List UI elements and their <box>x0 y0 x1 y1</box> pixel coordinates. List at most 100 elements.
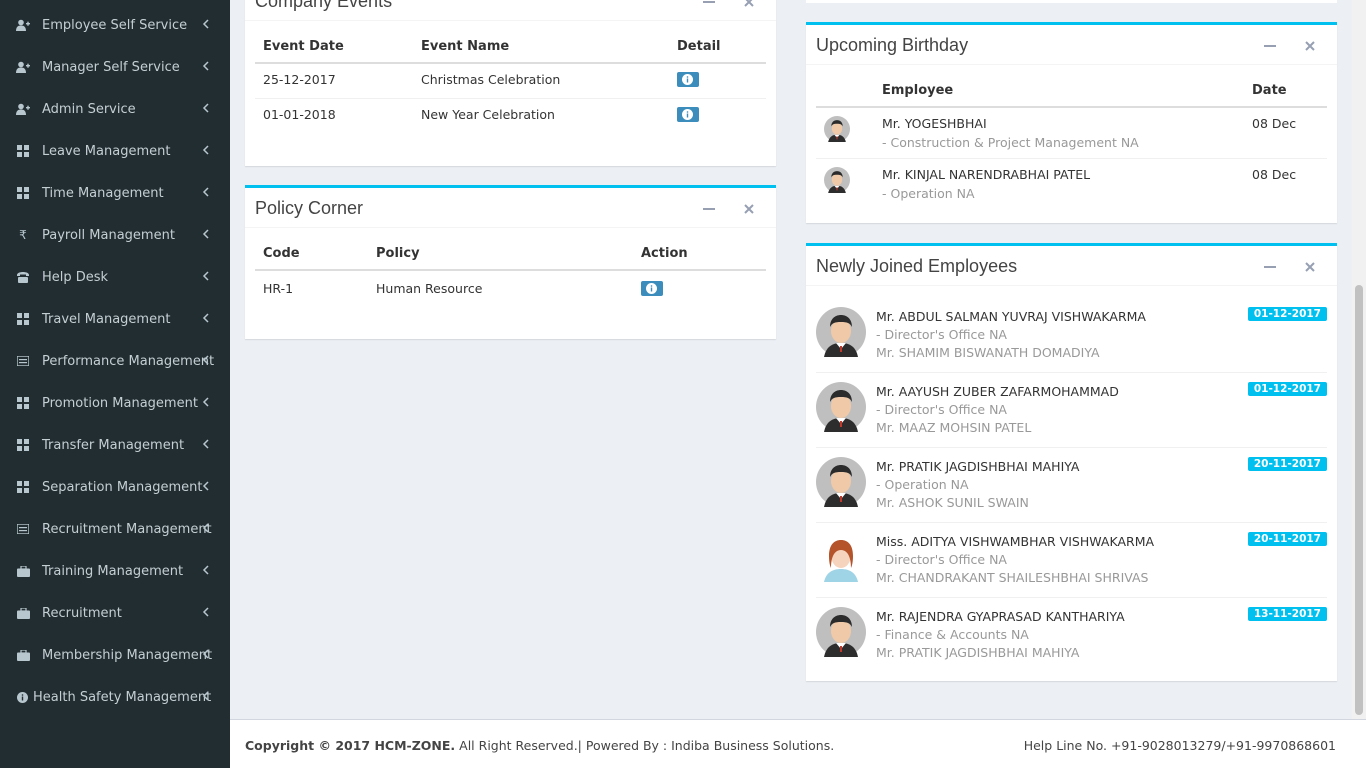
male-avatar-icon <box>816 382 866 432</box>
box-tools <box>1261 37 1319 55</box>
vertical-scrollbar[interactable] <box>1352 0 1366 719</box>
sidebar-item-health-safety-management[interactable]: Health Safety Management <box>0 676 230 718</box>
sidebar-item-admin-service[interactable]: Admin Service <box>0 88 230 130</box>
sidebar-item-label: Promotion Management <box>42 395 198 411</box>
sidebar-item-label: Recruitment <box>42 605 122 621</box>
male-avatar-icon <box>816 457 866 507</box>
policy-code: HR-1 <box>255 269 368 307</box>
sidebar-item-employee-self-service[interactable]: Employee Self Service <box>0 4 230 46</box>
sidebar-item-label: Travel Management <box>42 311 171 327</box>
sidebar-item-payroll-management[interactable]: ₹ Payroll Management <box>0 214 230 256</box>
chevron-left-icon <box>202 565 209 575</box>
sidebar-item-leave-management[interactable]: Leave Management <box>0 130 230 172</box>
minus-icon[interactable] <box>1261 258 1279 276</box>
sidebar-item-label: Transfer Management <box>42 437 185 453</box>
sidebar-item-help-desk[interactable]: Help Desk <box>0 256 230 298</box>
company-events-box: Company Events Event Date Event Name Det… <box>245 0 776 166</box>
employee-manager: Mr. SHAMIM BISWANATH DOMADIYA <box>876 345 1100 360</box>
sidebar-item-label: Membership Management <box>42 647 213 663</box>
chevron-left-icon <box>202 103 209 113</box>
copyright: Copyright © 2017 HCM-ZONE. All Right Res… <box>245 738 834 753</box>
sidebar-item-separation-management[interactable]: Separation Management <box>0 466 230 508</box>
briefcase-icon <box>0 565 42 577</box>
join-date-badge: 20-11-2017 <box>1247 457 1327 471</box>
employee-name: Miss. ADITYA VISHWAMBHAR VISHWAKARMA <box>876 534 1155 549</box>
employee-dept: - Operation NA <box>876 477 969 492</box>
join-date-badge: 13-11-2017 <box>1247 607 1327 621</box>
sidebar-item-membership-management[interactable]: Membership Management <box>0 634 230 676</box>
sidebar-item-recruitment-management[interactable]: Recruitment Management <box>0 508 230 550</box>
info-icon <box>682 109 693 120</box>
list-item: Mr. RAJENDRA GYAPRASAD KANTHARIYA - Fina… <box>816 598 1327 673</box>
box-header: Policy Corner <box>245 188 776 228</box>
chevron-left-icon <box>202 145 209 155</box>
column-header: Detail <box>669 31 766 64</box>
info-icon <box>646 283 657 294</box>
chevron-left-icon <box>202 19 209 29</box>
employee-dept: - Director's Office NA <box>876 552 1007 567</box>
sidebar-item-transfer-management[interactable]: Transfer Management <box>0 424 230 466</box>
male-avatar-icon <box>824 116 850 142</box>
column-header: Action <box>633 238 766 271</box>
chevron-left-icon <box>202 523 209 533</box>
sidebar-item-label: Performance Management <box>42 353 215 369</box>
grid-icon <box>0 397 42 409</box>
employee-name: Mr. YOGESHBHAI <box>882 116 987 131</box>
employee-name: Mr. AAYUSH ZUBER ZAFARMOHAMMAD <box>876 384 1119 399</box>
phone-icon <box>0 271 42 283</box>
sidebar-item-performance-management[interactable]: Performance Management <box>0 340 230 382</box>
sidebar-item-recruitment[interactable]: Recruitment <box>0 592 230 634</box>
copyright-rest: All Right Reserved.| Powered By : Indiba… <box>455 738 835 753</box>
minus-icon[interactable] <box>700 200 718 218</box>
info-button[interactable] <box>641 281 663 296</box>
sidebar-item-time-management[interactable]: Time Management <box>0 172 230 214</box>
list-item: Miss. ADITYA VISHWAMBHAR VISHWAKARMA - D… <box>816 523 1327 598</box>
minus-icon[interactable] <box>700 0 718 11</box>
employee-dept: - Operation NA <box>882 186 975 201</box>
employee-name: Mr. RAJENDRA GYAPRASAD KANTHARIYA <box>876 609 1125 624</box>
box-title: Newly Joined Employees <box>816 256 1018 276</box>
grid-icon <box>0 187 42 199</box>
grid-icon <box>0 313 42 325</box>
close-icon[interactable] <box>1301 258 1319 276</box>
chevron-left-icon <box>202 61 209 71</box>
close-icon[interactable] <box>740 0 758 11</box>
sidebar-item-manager-self-service[interactable]: Manager Self Service <box>0 46 230 88</box>
sidebar-item-label: Manager Self Service <box>42 59 180 75</box>
sidebar-item-training-management[interactable]: Training Management <box>0 550 230 592</box>
list-item: Mr. AAYUSH ZUBER ZAFARMOHAMMAD - Directo… <box>816 373 1327 448</box>
employee-dept: - Finance & Accounts NA <box>876 627 1029 642</box>
column-header: Employee <box>874 75 1244 108</box>
sidebar-item-promotion-management[interactable]: Promotion Management <box>0 382 230 424</box>
info-button[interactable] <box>677 107 699 122</box>
info-button[interactable] <box>677 72 699 87</box>
chevron-left-icon <box>202 481 209 491</box>
event-date: 01-01-2018 <box>255 98 413 133</box>
box-tools <box>700 0 758 11</box>
chevron-left-icon <box>202 229 209 239</box>
join-date-badge: 01-12-2017 <box>1247 307 1327 321</box>
column-header: Event Date <box>255 31 413 64</box>
sidebar-item-travel-management[interactable]: Travel Management <box>0 298 230 340</box>
male-avatar-icon <box>816 607 866 657</box>
rupee-icon: ₹ <box>19 228 27 242</box>
minus-icon[interactable] <box>1261 37 1279 55</box>
scrollbar-thumb[interactable] <box>1355 285 1363 715</box>
briefcase-icon <box>0 649 42 661</box>
sidebar-item-label: Admin Service <box>42 101 136 117</box>
close-icon[interactable] <box>1301 37 1319 55</box>
employee-name: Mr. KINJAL NARENDRABHAI PATEL <box>882 167 1091 182</box>
column-header: Event Name <box>413 31 669 64</box>
birthday-date: 08 Dec <box>1244 158 1327 210</box>
table-row: 01-01-2018 New Year Celebration <box>255 98 766 133</box>
employee-dept: - Director's Office NA <box>876 327 1007 342</box>
close-icon[interactable] <box>740 200 758 218</box>
chevron-left-icon <box>202 607 209 617</box>
list-icon <box>0 356 42 366</box>
box-header: Upcoming Birthday <box>806 25 1337 65</box>
box-tools <box>1261 258 1319 276</box>
policy-name: Human Resource <box>368 269 633 307</box>
chevron-left-icon <box>202 649 209 659</box>
box-title: Company Events <box>255 0 393 11</box>
upcoming-birthday-box: Upcoming Birthday Employee Date Mr. YOGE… <box>806 22 1337 223</box>
